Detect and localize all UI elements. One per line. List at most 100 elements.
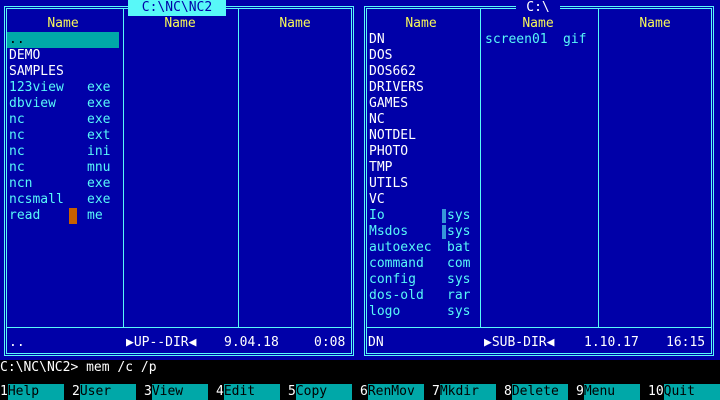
right-file-item-13[interactable]: autoexec bat <box>367 240 479 256</box>
right-file-item-6[interactable]: NOTDEL <box>367 128 479 144</box>
fkey-2[interactable]: 2 User <box>72 384 144 400</box>
file-extension: mnu <box>87 160 111 175</box>
right-file-item-1[interactable]: DOS <box>367 48 479 64</box>
fkey-label: User <box>79 384 136 400</box>
fkey-label: Mkdir <box>439 384 496 400</box>
fkey-3[interactable]: 3 View <box>144 384 216 400</box>
right-panel[interactable]: C:\ Name Name Name DN DOS DOS662 DRIVERS GAM… <box>360 0 720 360</box>
file-extension: sys <box>447 304 471 319</box>
file-name: SAMPLES <box>9 64 64 79</box>
left-col-header-2[interactable]: Name <box>124 16 236 32</box>
right-status-info: ▶SUB-DIR◀ <box>484 335 555 350</box>
left-file-item-2[interactable]: SAMPLES <box>7 64 119 80</box>
right-col-header-3[interactable]: Name <box>599 16 711 32</box>
file-name: TMP <box>369 160 393 175</box>
right-file-item-5[interactable]: NC <box>367 112 479 128</box>
fkey-7[interactable]: 7 Mkdir <box>432 384 504 400</box>
fkey-label: Delete <box>511 384 568 400</box>
file-name: 123view <box>9 80 64 95</box>
file-name: UTILS <box>369 176 409 191</box>
fkey-number: 4 <box>216 384 224 400</box>
left-file-item-3[interactable]: 123view exe <box>7 80 119 96</box>
right-file-item-15[interactable]: config sys <box>367 272 479 288</box>
right-file-item-9[interactable]: UTILS <box>367 176 479 192</box>
left-file-item-6[interactable]: nc ext <box>7 128 119 144</box>
right-file-item-12[interactable]: Msdos sys <box>367 224 479 240</box>
right-file-item-10[interactable]: VC <box>367 192 479 208</box>
file-name: Io <box>369 208 385 223</box>
left-file-item-5[interactable]: nc exe <box>7 112 119 128</box>
left-file-item-1[interactable]: DEMO <box>7 48 119 64</box>
system-file-marker <box>442 209 446 223</box>
fkey-4[interactable]: 4 Edit <box>216 384 288 400</box>
fkey-label: Quit <box>663 384 720 400</box>
right-file-item-2[interactable]: DOS662 <box>367 64 479 80</box>
system-file-marker <box>442 225 446 239</box>
right-file-col2-item-0[interactable]: screen01 gif <box>483 32 595 48</box>
left-col-header-1[interactable]: Name <box>7 16 119 32</box>
fkey-label: Copy <box>295 384 352 400</box>
left-status-filename: .. <box>9 335 25 350</box>
file-name: read <box>9 208 41 223</box>
file-extension: ini <box>87 144 111 159</box>
right-file-item-17[interactable]: logo sys <box>367 304 479 320</box>
left-file-item-7[interactable]: nc ini <box>7 144 119 160</box>
fkey-9[interactable]: 9 Menu <box>576 384 648 400</box>
right-file-item-7[interactable]: PHOTO <box>367 144 479 160</box>
right-col-header-1[interactable]: Name <box>365 16 477 32</box>
fkey-label: RenMov <box>367 384 424 400</box>
fkey-label: Menu <box>583 384 640 400</box>
left-file-item-0[interactable]: .. <box>7 32 119 48</box>
right-file-item-14[interactable]: command com <box>367 256 479 272</box>
right-file-item-8[interactable]: TMP <box>367 160 479 176</box>
left-panel-title[interactable]: C:\NC\NC2 <box>128 0 226 16</box>
left-status-date: 9.04.18 <box>224 335 279 350</box>
left-file-item-4[interactable]: dbview exe <box>7 96 119 112</box>
left-status-info: ▶UP--DIR◀ <box>126 335 197 350</box>
fkey-number: 8 <box>504 384 512 400</box>
file-name: ncsmall <box>9 192 64 207</box>
fkey-label: View <box>151 384 208 400</box>
file-name: DN <box>369 32 385 47</box>
right-file-item-16[interactable]: dos-old rar <box>367 288 479 304</box>
file-name: autoexec <box>369 240 432 255</box>
file-extension: exe <box>87 80 111 95</box>
left-file-item-11[interactable]: read me <box>7 208 119 224</box>
fkey-10[interactable]: 10 Quit <box>648 384 720 400</box>
right-col-header-2[interactable]: Name <box>482 16 594 32</box>
left-file-item-9[interactable]: ncn exe <box>7 176 119 192</box>
left-col-header-3[interactable]: Name <box>239 16 351 32</box>
fkey-5[interactable]: 5 Copy <box>288 384 360 400</box>
file-name: VC <box>369 192 385 207</box>
right-status-filename: DN <box>368 335 384 350</box>
command-line[interactable]: C:\NC\NC2> mem /c /p <box>0 360 720 376</box>
file-extension: sys <box>447 208 471 223</box>
right-file-item-0[interactable]: DN <box>367 32 479 48</box>
left-panel[interactable]: C:\NC\NC2 Name Name Name .. DEMO SAMPLES 12… <box>0 0 360 360</box>
fkey-number: 2 <box>72 384 80 400</box>
fkey-1[interactable]: 1 Help <box>0 384 72 400</box>
left-status-time: 0:08 <box>314 335 346 350</box>
file-name: Msdos <box>369 224 409 239</box>
file-extension: exe <box>87 112 111 127</box>
right-file-item-4[interactable]: GAMES <box>367 96 479 112</box>
right-panel-title[interactable]: C:\ <box>516 0 560 16</box>
file-extension: rar <box>447 288 471 303</box>
file-extension: me <box>87 208 103 223</box>
fkey-number: 9 <box>576 384 584 400</box>
right-file-item-3[interactable]: DRIVERS <box>367 80 479 96</box>
fkey-6[interactable]: 6 RenMov <box>360 384 432 400</box>
left-file-item-10[interactable]: ncsmall exe <box>7 192 119 208</box>
right-file-item-11[interactable]: Io sys <box>367 208 479 224</box>
file-name: DEMO <box>9 48 41 63</box>
file-name: nc <box>9 160 25 175</box>
fkey-8[interactable]: 8 Delete <box>504 384 576 400</box>
file-extension: exe <box>87 96 111 111</box>
file-name: ncn <box>9 176 33 191</box>
file-extension: bat <box>447 240 471 255</box>
fkey-number: 3 <box>144 384 152 400</box>
left-file-item-8[interactable]: nc mnu <box>7 160 119 176</box>
file-name: NOTDEL <box>369 128 416 143</box>
right-status-separator <box>367 327 711 328</box>
fkey-number: 10 <box>648 384 664 400</box>
